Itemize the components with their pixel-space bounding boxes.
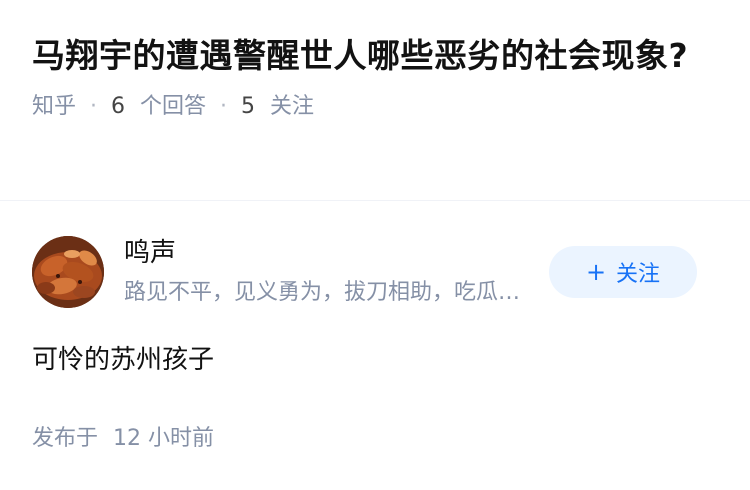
- source-label[interactable]: 知乎: [32, 92, 76, 122]
- answer-content[interactable]: 可怜的苏州孩子: [32, 342, 214, 378]
- avatar-image: [32, 236, 104, 308]
- author-row: 鸣声 路见不平，见义勇为，拔刀相助，吃瓜群众，热心网友 + 关注: [32, 236, 718, 308]
- publish-prefix: 发布于: [32, 426, 99, 451]
- question-title[interactable]: 马翔宇的遭遇警醒世人哪些恶劣的社会现象?: [32, 30, 712, 82]
- author-name[interactable]: 鸣声: [124, 236, 176, 270]
- publish-time: 12 小时前: [113, 426, 215, 451]
- follower-count-link[interactable]: 5 关注: [241, 92, 314, 122]
- follower-count-label: 关注: [270, 94, 315, 119]
- question-header: 马翔宇的遭遇警醒世人哪些恶劣的社会现象? 知乎 · 6 个回答 · 5 关注: [32, 30, 712, 122]
- question-meta: 知乎 · 6 个回答 · 5 关注: [32, 92, 712, 122]
- section-divider: [0, 200, 750, 201]
- publish-info: 发布于 12 小时前: [32, 424, 214, 454]
- answer-count: 6: [111, 94, 126, 119]
- author-bio: 路见不平，见义勇为，拔刀相助，吃瓜群众，热心网友: [124, 280, 534, 305]
- answer-count-label: 个回答: [140, 94, 207, 119]
- follower-count: 5: [241, 94, 256, 119]
- avatar[interactable]: [32, 236, 104, 308]
- meta-separator: ·: [90, 94, 98, 119]
- meta-separator: ·: [220, 94, 228, 119]
- follow-button-label: 关注: [616, 262, 661, 287]
- follow-button[interactable]: + 关注: [549, 246, 697, 298]
- plus-icon: +: [585, 258, 607, 286]
- answer-count-link[interactable]: 6 个回答: [111, 92, 206, 122]
